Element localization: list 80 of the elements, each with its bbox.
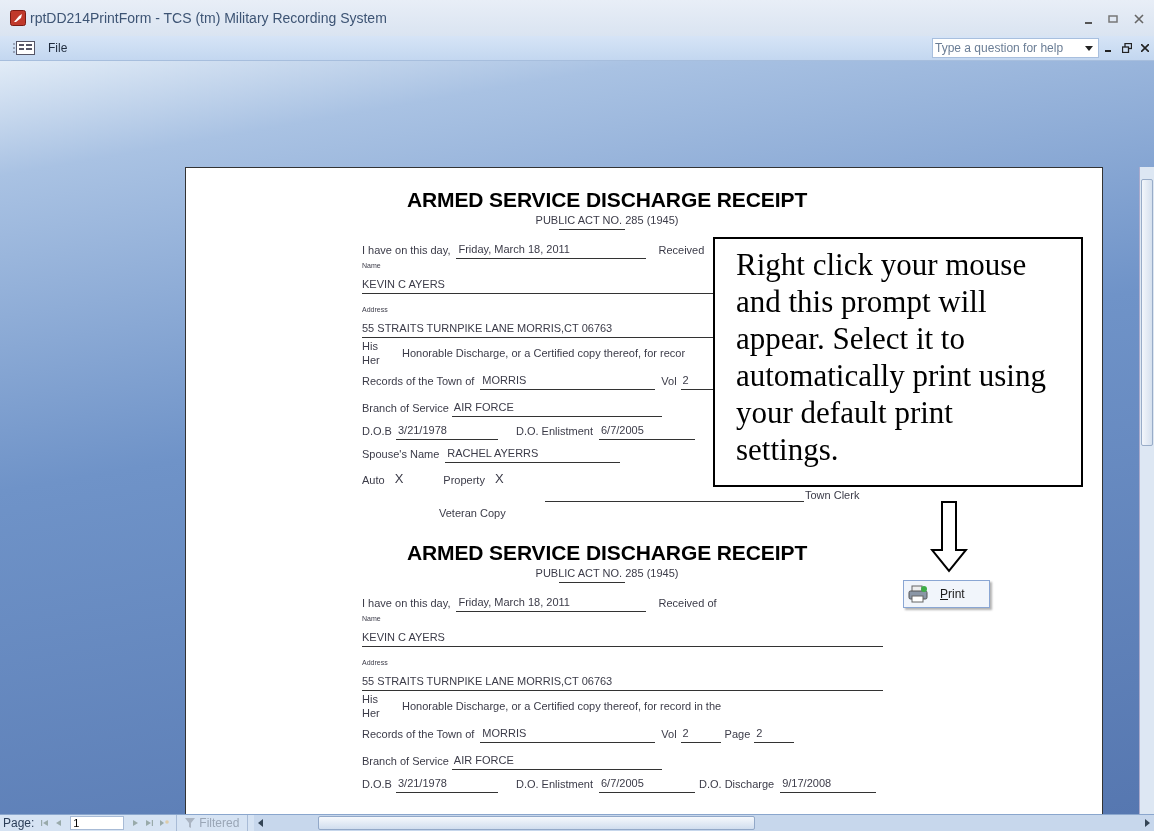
field-label: Spouse's Name: [362, 448, 440, 460]
signature-label: Town Clerk: [805, 489, 860, 501]
branch-value: AIR FORCE: [451, 401, 662, 417]
field-label: I have on this day,: [362, 244, 451, 256]
field-label: Received: [658, 244, 705, 256]
field-label: Branch of Service: [362, 755, 449, 767]
close-button[interactable]: [1138, 44, 1152, 52]
field-label: Property: [443, 474, 485, 486]
act-number: PUBLIC ACT NO. 285 (1945): [535, 214, 679, 226]
scroll-left-icon[interactable]: [258, 819, 265, 827]
field-label: D.O.B: [362, 778, 392, 790]
spouse-name-value: RACHEL AYERRS: [445, 447, 621, 463]
dropdown-arrow-icon[interactable]: [1085, 45, 1093, 51]
discharge-statement: Honorable Discharge, or a Certified copy thereof, for recor: [402, 347, 686, 359]
form-title: ARMED SERVICE DISCHARGE RECEIPT: [405, 188, 809, 212]
scroll-thumb[interactable]: [1141, 179, 1153, 446]
app-icon: [10, 10, 26, 26]
form-view-icon[interactable]: [12, 41, 36, 55]
address-value: 55 STRAITS TURNPIKE LANE MORRIS,CT 06763: [362, 675, 883, 691]
field-label: I have on this day,: [362, 597, 451, 609]
field-label: Branch of Service: [362, 402, 449, 414]
pronoun-option: His: [362, 339, 402, 353]
property-mark: X: [494, 471, 504, 486]
field-label: Page: [724, 728, 751, 740]
field-label: D.O. Enlistment: [515, 425, 593, 437]
field-label: Vol: [661, 375, 677, 387]
down-arrow-icon: [930, 501, 968, 573]
printer-icon: [908, 585, 928, 603]
town-value: MORRIS: [480, 374, 656, 390]
discharge-statement: Honorable Discharge, or a Certified copy thereof, for record in the: [402, 700, 722, 712]
restore-button[interactable]: [1119, 43, 1135, 53]
act-number: PUBLIC ACT NO. 285 (1945): [535, 567, 679, 579]
field-label: Records of the Town of: [362, 728, 475, 740]
field-label: D.O.B: [362, 425, 392, 437]
town-value: MORRIS: [480, 727, 656, 743]
field-label: D.O. Discharge: [699, 778, 775, 790]
restore-icon: [1108, 14, 1118, 24]
previous-page-icon: [55, 819, 64, 827]
date-value: Friday, March 18, 2011: [456, 596, 647, 612]
field-label: D.O. Enlistment: [515, 778, 593, 790]
horizontal-scrollbar[interactable]: [254, 815, 1154, 831]
page-label: Page:: [3, 816, 35, 830]
first-page-icon: [41, 819, 50, 827]
scroll-right-icon[interactable]: [1144, 819, 1150, 827]
help-search-field[interactable]: Type a question for help: [932, 38, 1099, 58]
enlistment-date-value: 6/7/2005: [599, 777, 695, 793]
last-page-icon: [145, 819, 154, 827]
field-label: Auto: [362, 474, 385, 486]
field-label: Received of: [658, 597, 717, 609]
pronoun-option: Her: [362, 353, 402, 367]
birth-date-value: 3/21/1978: [395, 424, 498, 440]
auto-mark: X: [394, 471, 404, 486]
close-icon: [1134, 14, 1144, 24]
next-page-icon: [131, 819, 140, 827]
field-label: Vol: [661, 728, 677, 740]
new-page-icon: [159, 819, 170, 827]
vertical-scrollbar[interactable]: [1139, 167, 1154, 814]
window-title: rptDD214PrintForm - TCS (tm) Military Recording System: [30, 10, 387, 26]
restore-icon: [1122, 43, 1132, 53]
pronoun-option: Her: [362, 706, 402, 720]
birth-date-value: 3/21/1978: [395, 777, 498, 793]
scroll-thumb[interactable]: [318, 816, 756, 830]
date-value: Friday, March 18, 2011: [456, 243, 647, 259]
print-menu-item[interactable]: Print: [904, 581, 989, 607]
menu-item[interactable]: File: [44, 39, 72, 57]
minimize-icon: [1085, 22, 1092, 24]
funnel-icon: [185, 818, 196, 828]
enlistment-date-value: 6/7/2005: [599, 424, 695, 440]
close-icon: [1141, 44, 1149, 52]
copy-label: Veteran Copy: [439, 507, 506, 519]
pronoun-option: His: [362, 692, 402, 706]
discharge-date-value: 9/17/2008: [780, 777, 877, 793]
field-label: Records of the Town of: [362, 375, 475, 387]
page-number-field[interactable]: 1: [70, 816, 125, 830]
page-value: 2: [754, 727, 795, 743]
name-value: KEVIN C AYERS: [362, 631, 883, 647]
instruction-callout: Right click your mouse and this prompt will appear. Select it to automatically print using your default print settings.: [713, 237, 1083, 487]
branch-value: AIR FORCE: [451, 754, 662, 770]
volume-value: 2: [680, 727, 721, 743]
form-title: ARMED SERVICE DISCHARGE RECEIPT: [405, 541, 809, 565]
